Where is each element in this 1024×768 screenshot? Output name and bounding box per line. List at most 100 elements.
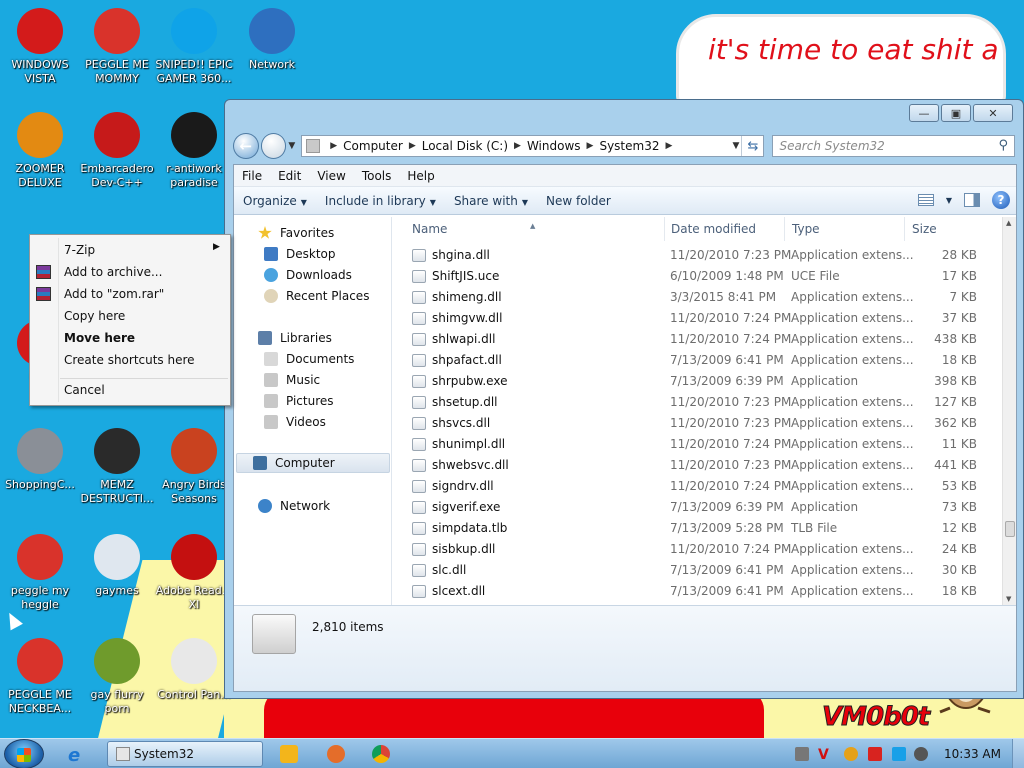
- close-button[interactable]: ✕: [973, 104, 1013, 122]
- nav-desktop[interactable]: Desktop: [264, 244, 336, 264]
- show-desktop-button[interactable]: [1012, 739, 1024, 768]
- nav-recent-places[interactable]: Recent Places: [264, 286, 369, 306]
- desktop-icon-15[interactable]: gay flurry porn: [77, 638, 157, 716]
- nav-downloads[interactable]: Downloads: [264, 265, 352, 285]
- desktop-icon-6[interactable]: Embarcadero Dev-C++: [77, 112, 157, 190]
- menu-item-add-to-archive[interactable]: Add to archive...: [64, 265, 162, 279]
- desktop-icon-14[interactable]: PEGGLE ME NECKBEA...: [0, 638, 80, 716]
- file-row[interactable]: shpafact.dll 7/13/2009 6:41 PM Application…: [392, 350, 1002, 371]
- scrollbar-thumb[interactable]: [1005, 521, 1015, 537]
- desktop-icon-16[interactable]: Control Pan...: [154, 638, 234, 702]
- menu-item-cancel[interactable]: Cancel: [64, 383, 105, 397]
- scroll-down-icon[interactable]: ▼: [1006, 595, 1011, 603]
- tray-search-icon[interactable]: [844, 747, 858, 761]
- nav-documents[interactable]: Documents: [264, 349, 354, 369]
- menu-edit[interactable]: Edit: [270, 169, 309, 183]
- chevron-right-icon[interactable]: ▶: [514, 141, 521, 151]
- desktop-icon-8[interactable]: ShoppingC...: [0, 428, 80, 492]
- new-folder-button[interactable]: New folder: [537, 194, 620, 208]
- desktop-icon-13[interactable]: Adobe Read... XI: [154, 534, 234, 612]
- nav-favorites[interactable]: Favorites: [258, 223, 334, 243]
- menu-item-create-shortcuts[interactable]: Create shortcuts here: [64, 353, 195, 367]
- system-clock[interactable]: 10:33 AM: [944, 747, 1001, 761]
- desktop-icon-9[interactable]: MEMZ DESTRUCTI...: [77, 428, 157, 506]
- column-date-modified[interactable]: Date modified: [671, 222, 756, 236]
- file-row[interactable]: shimeng.dll 3/3/2015 8:41 PM Application e…: [392, 287, 1002, 308]
- menu-item-7zip[interactable]: 7-Zip: [64, 243, 95, 257]
- recent-pages-dropdown[interactable]: ▼: [288, 141, 295, 151]
- file-row[interactable]: shimgvw.dll 11/20/2010 7:24 PM Application…: [392, 308, 1002, 329]
- forward-button[interactable]: [260, 133, 287, 159]
- column-size[interactable]: Size: [912, 222, 937, 236]
- nav-network[interactable]: Network: [258, 496, 330, 516]
- file-row[interactable]: shgina.dll 11/20/2010 7:23 PM Application …: [392, 245, 1002, 266]
- file-row[interactable]: signdrv.dll 11/20/2010 7:24 PM Application…: [392, 476, 1002, 497]
- menu-help[interactable]: Help: [399, 169, 442, 183]
- scroll-up-icon[interactable]: ▲: [1006, 219, 1011, 227]
- chrome-icon[interactable]: [372, 745, 390, 763]
- refresh-icon[interactable]: ⇆: [741, 136, 763, 156]
- file-row[interactable]: slcext.dll 7/13/2009 6:41 PM Application e…: [392, 581, 1002, 602]
- menu-item-add-to-rar[interactable]: Add to "zom.rar": [64, 287, 164, 301]
- menu-item-move-here[interactable]: Move here: [64, 331, 135, 345]
- file-row[interactable]: shsvcs.dll 11/20/2010 7:23 PM Application …: [392, 413, 1002, 434]
- nav-music[interactable]: Music: [264, 370, 320, 390]
- chevron-right-icon[interactable]: ▶: [665, 141, 672, 151]
- desktop-icon-5[interactable]: ZOOMER DELUXE: [0, 112, 80, 190]
- menu-view[interactable]: View: [309, 169, 353, 183]
- desktop-icon-3[interactable]: SNIPED!! EPIC GAMER 360...: [154, 8, 234, 86]
- menu-item-copy-here[interactable]: Copy here: [64, 309, 125, 323]
- maximize-button[interactable]: ▣: [941, 104, 971, 122]
- nav-computer[interactable]: Computer: [236, 453, 390, 473]
- chevron-down-icon[interactable]: ▼: [946, 196, 952, 205]
- help-icon[interactable]: ?: [992, 191, 1010, 209]
- breadcrumb-system32[interactable]: System32: [599, 139, 659, 153]
- monitor-icon[interactable]: [892, 747, 906, 761]
- file-row[interactable]: ShiftJIS.uce 6/10/2009 1:48 PM UCE File 17 …: [392, 266, 1002, 287]
- file-row[interactable]: slc.dll 7/13/2009 6:41 PM Application exte…: [392, 560, 1002, 581]
- desktop-icon-2[interactable]: PEGGLE ME MOMMY: [77, 8, 157, 86]
- desktop-icon-4[interactable]: Network: [232, 8, 312, 72]
- address-bar[interactable]: ▶ Computer ▶ Local Disk (C:) ▶ Windows ▶…: [301, 135, 765, 157]
- chevron-right-icon[interactable]: ▶: [587, 141, 594, 151]
- desktop-icon-10[interactable]: Angry Birds Seasons: [154, 428, 234, 506]
- preview-pane-icon[interactable]: [964, 193, 980, 207]
- file-row[interactable]: shrpubw.exe 7/13/2009 6:39 PM Application 3…: [392, 371, 1002, 392]
- nav-libraries[interactable]: Libraries: [258, 328, 332, 348]
- desktop-icon-7[interactable]: r-antiwork paradise: [154, 112, 234, 190]
- media-player-icon[interactable]: [280, 745, 298, 763]
- breadcrumb-windows[interactable]: Windows: [527, 139, 581, 153]
- search-input[interactable]: Search System32 ⚲: [772, 135, 1015, 157]
- file-row[interactable]: shlwapi.dll 11/20/2010 7:24 PM Application…: [392, 329, 1002, 350]
- desktop-icon-12[interactable]: gaymes: [77, 534, 157, 598]
- breadcrumb-local-disk[interactable]: Local Disk (C:): [422, 139, 508, 153]
- change-view-icon[interactable]: [917, 194, 934, 206]
- file-row[interactable]: simpdata.tlb 7/13/2009 5:28 PM TLB File 12 …: [392, 518, 1002, 539]
- file-row[interactable]: sisbkup.dll 11/20/2010 7:24 PM Application…: [392, 539, 1002, 560]
- chevron-right-icon[interactable]: ▶: [409, 141, 416, 151]
- column-type[interactable]: Type: [792, 222, 820, 236]
- menu-tools[interactable]: Tools: [354, 169, 400, 183]
- paint-icon[interactable]: [327, 745, 345, 763]
- breadcrumb-computer[interactable]: Computer: [343, 139, 403, 153]
- share-with-button[interactable]: Share with ▼: [445, 194, 537, 208]
- tray-app-icon[interactable]: [795, 747, 809, 761]
- chevron-down-icon[interactable]: ▼: [733, 141, 740, 151]
- nav-videos[interactable]: Videos: [264, 412, 326, 432]
- internet-explorer-icon[interactable]: e: [68, 745, 80, 766]
- file-row[interactable]: shunimpl.dll 11/20/2010 7:24 PM Applicatio…: [392, 434, 1002, 455]
- flag-icon[interactable]: [868, 747, 882, 761]
- start-button[interactable]: [4, 739, 44, 768]
- file-row[interactable]: shwebsvc.dll 11/20/2010 7:23 PM Applicatio…: [392, 455, 1002, 476]
- organize-button[interactable]: Organize ▼: [234, 194, 316, 208]
- chevron-right-icon[interactable]: ▶: [330, 141, 337, 151]
- file-row[interactable]: shsetup.dll 11/20/2010 7:23 PM Application…: [392, 392, 1002, 413]
- menu-file[interactable]: File: [234, 169, 270, 183]
- file-row[interactable]: sigverif.exe 7/13/2009 6:39 PM Application…: [392, 497, 1002, 518]
- column-name[interactable]: Name: [412, 222, 447, 236]
- nav-pictures[interactable]: Pictures: [264, 391, 334, 411]
- volume-icon[interactable]: [914, 747, 928, 761]
- minimize-button[interactable]: —: [909, 104, 939, 122]
- desktop-icon-11[interactable]: peggle my heggle: [0, 534, 80, 612]
- title-bar[interactable]: — ▣ ✕: [225, 100, 1023, 130]
